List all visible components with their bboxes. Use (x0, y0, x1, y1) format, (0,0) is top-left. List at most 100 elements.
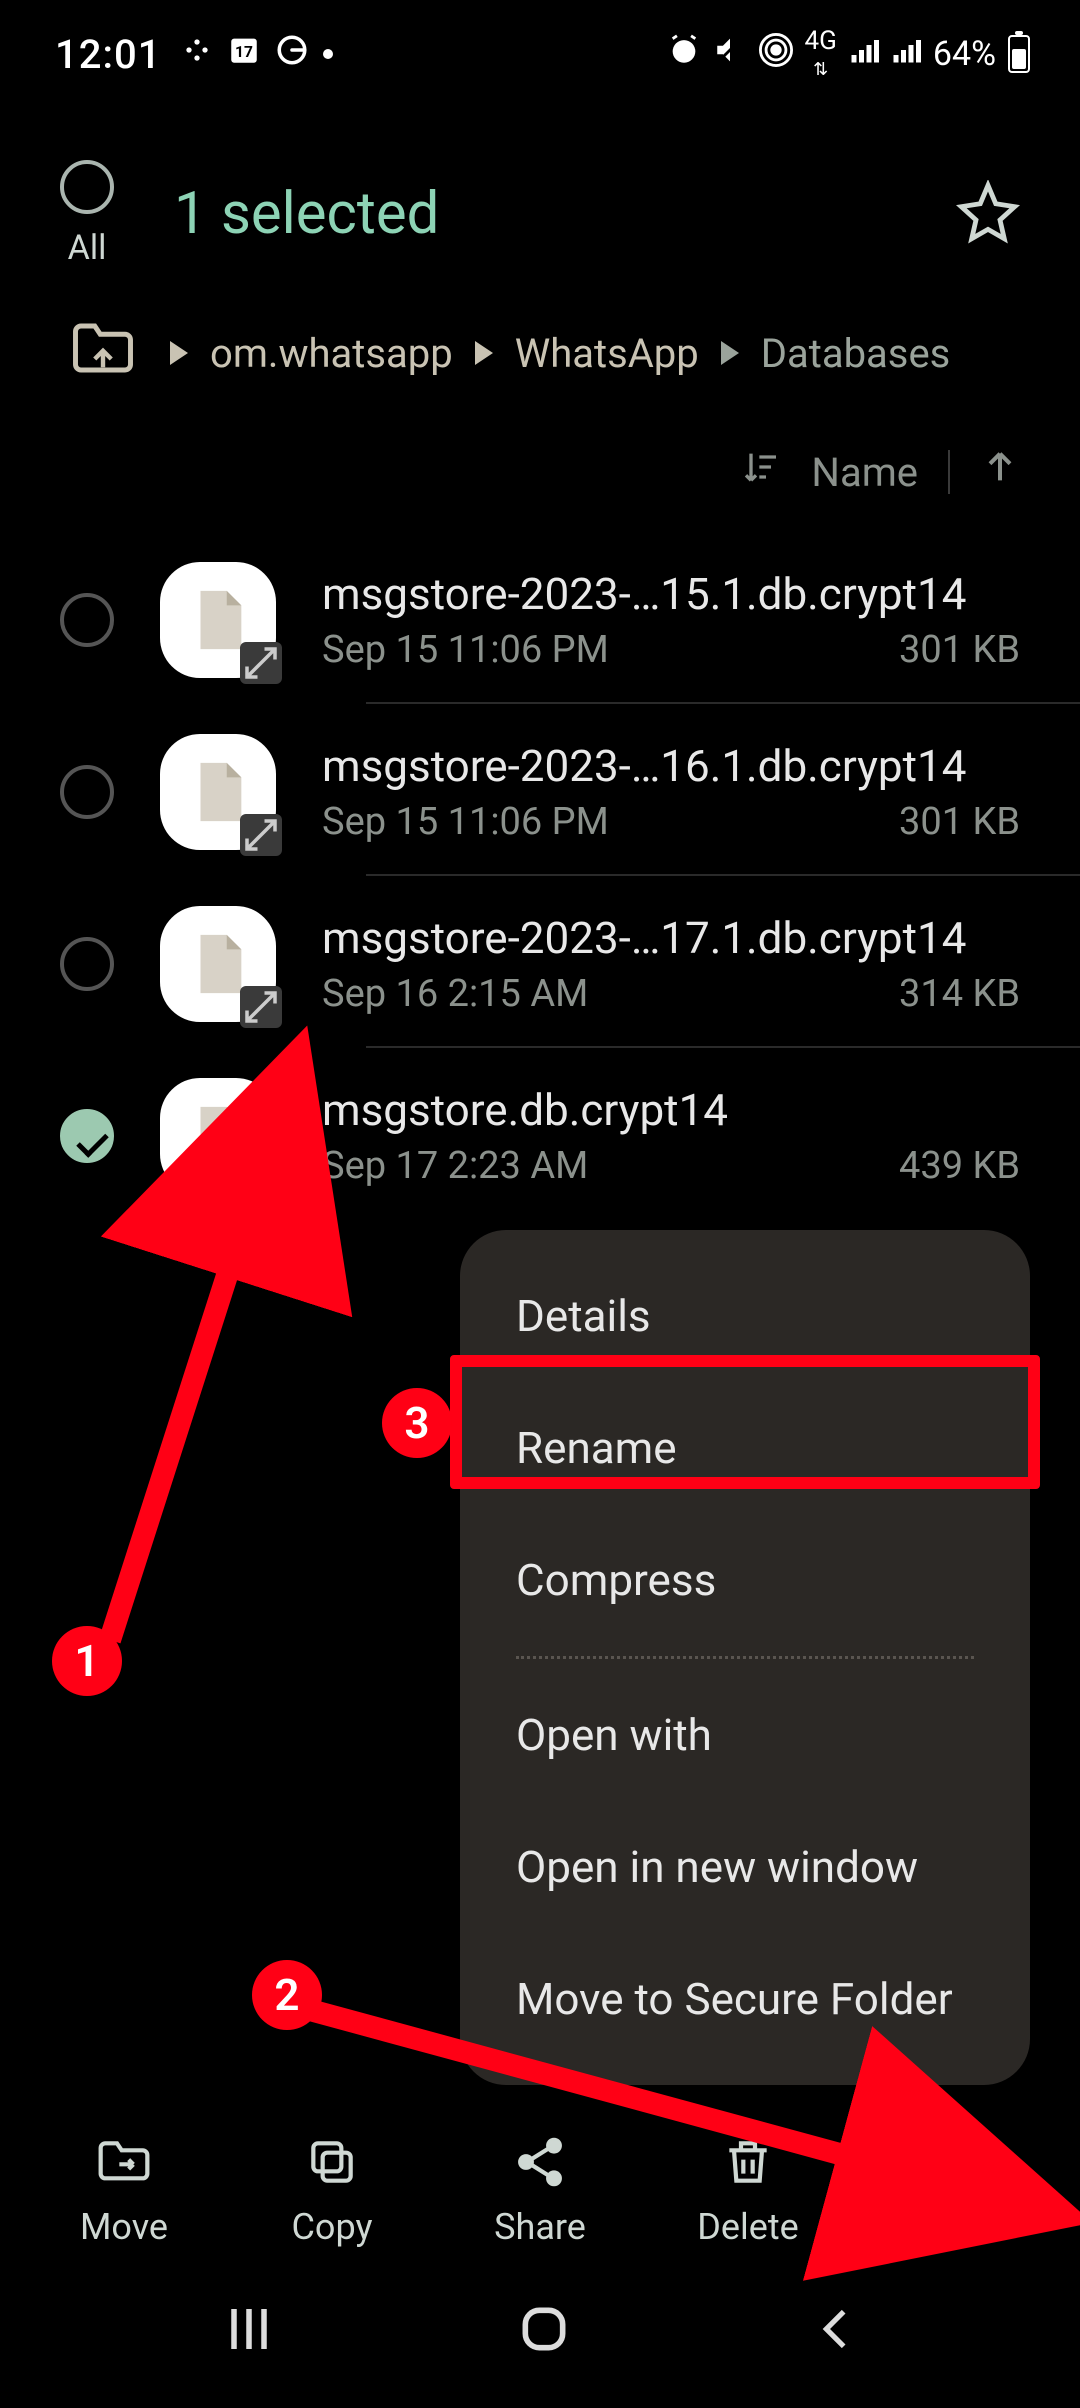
battery-percent: 64% (933, 34, 996, 74)
file-name: msgstore-2023-…17.1.db.crypt14 (322, 912, 1020, 964)
sort-controls: Name (0, 426, 1080, 532)
nav-recents-button[interactable] (219, 2299, 279, 2363)
calendar-icon: 17 (227, 33, 261, 76)
favorite-star-button[interactable] (956, 180, 1020, 248)
sort-order-icon[interactable] (741, 447, 781, 497)
file-info: msgstore.db.crypt14 Sep 17 2:23 AM 439 K… (322, 1084, 1020, 1188)
file-list: msgstore-2023-…15.1.db.crypt14 Sep 15 11… (0, 532, 1080, 1220)
file-date: Sep 16 2:15 AM (322, 972, 588, 1016)
annotation-badge: 1 (52, 1626, 122, 1696)
menu-item-move-secure-folder[interactable]: Move to Secure Folder (460, 1933, 1030, 2065)
file-row[interactable]: msgstore-2023-…15.1.db.crypt14 Sep 15 11… (60, 532, 1020, 704)
menu-item-compress[interactable]: Compress (460, 1514, 1030, 1646)
signal-icon-2 (891, 34, 921, 74)
copy-icon (304, 2134, 360, 2190)
bottom-action-bar: Move Copy Share Delete More (0, 2104, 1080, 2268)
file-info: msgstore-2023-…15.1.db.crypt14 Sep 15 11… (322, 568, 1020, 672)
file-thumbnail-icon (160, 734, 276, 850)
file-size: 301 KB (899, 628, 1020, 672)
expand-icon (240, 1158, 282, 1200)
menu-item-open-new-window[interactable]: Open in new window (460, 1801, 1030, 1933)
file-name: msgstore.db.crypt14 (322, 1084, 1020, 1136)
expand-icon (240, 642, 282, 684)
file-row[interactable]: msgstore.db.crypt14 Sep 17 2:23 AM 439 K… (60, 1048, 1020, 1220)
file-info: msgstore-2023-…16.1.db.crypt14 Sep 15 11… (322, 740, 1020, 844)
menu-item-details[interactable]: Details (460, 1250, 1030, 1382)
notification-dot-icon (323, 49, 333, 59)
sort-direction-button[interactable] (980, 446, 1020, 498)
breadcrumb-label: om.whatsapp (210, 330, 453, 377)
breadcrumb-item[interactable]: WhatsApp (475, 330, 699, 377)
more-vertical-icon (928, 2134, 984, 2190)
nav-home-button[interactable] (516, 2301, 572, 2361)
action-label: Delete (697, 2206, 798, 2248)
select-all-label: All (68, 228, 107, 268)
action-label: Copy (291, 2206, 372, 2248)
action-label: More (915, 2206, 998, 2248)
breadcrumb-label: Databases (761, 330, 951, 377)
mute-icon (713, 33, 747, 76)
file-name: msgstore-2023-…15.1.db.crypt14 (322, 568, 1020, 620)
action-copy[interactable]: Copy (242, 2134, 422, 2248)
chevron-right-icon (170, 341, 188, 365)
annotation-badge: 2 (252, 1960, 322, 2030)
alarm-icon (667, 33, 701, 76)
share-icon (512, 2134, 568, 2190)
network-4g-icon: 4G⇅ (805, 28, 837, 80)
action-label: Move (80, 2206, 168, 2248)
signal-icon (849, 34, 879, 74)
hotspot-icon (759, 33, 793, 76)
file-thumbnail-icon (160, 1078, 276, 1194)
action-label: Share (494, 2206, 586, 2248)
google-icon (275, 33, 309, 76)
row-checkbox[interactable] (60, 937, 114, 991)
trash-icon (720, 2134, 776, 2190)
file-size: 301 KB (899, 800, 1020, 844)
chevron-right-icon (721, 341, 739, 365)
status-bar: 12:01 17 4G⇅ 64% (0, 0, 1080, 90)
battery-icon (1008, 35, 1030, 73)
menu-item-open-with[interactable]: Open with (460, 1669, 1030, 1801)
file-date: Sep 15 11:06 PM (322, 800, 609, 844)
menu-item-rename[interactable]: Rename (460, 1382, 1030, 1514)
file-row[interactable]: msgstore-2023-…17.1.db.crypt14 Sep 16 2:… (60, 876, 1020, 1048)
chevron-right-icon (475, 341, 493, 365)
breadcrumb-item[interactable]: om.whatsapp (170, 330, 453, 377)
annotation-badge: 3 (382, 1388, 452, 1458)
nav-back-button[interactable] (809, 2303, 861, 2359)
file-size: 314 KB (899, 972, 1020, 1016)
action-share[interactable]: Share (450, 2134, 630, 2248)
sort-field-button[interactable]: Name (811, 449, 918, 496)
clock: 12:01 (55, 31, 161, 78)
file-thumbnail-icon (160, 906, 276, 1022)
slack-icon (181, 33, 213, 75)
breadcrumb: om.whatsapp WhatsApp Databases (0, 298, 1080, 426)
move-icon (96, 2134, 152, 2190)
action-delete[interactable]: Delete (658, 2134, 838, 2248)
context-menu: Details Rename Compress Open with Open i… (460, 1230, 1030, 2085)
row-checkbox[interactable] (60, 765, 114, 819)
row-checkbox[interactable] (60, 593, 114, 647)
file-info: msgstore-2023-…17.1.db.crypt14 Sep 16 2:… (322, 912, 1020, 1016)
status-right: 4G⇅ 64% (667, 28, 1030, 80)
status-left: 12:01 17 (55, 31, 333, 78)
file-row[interactable]: msgstore-2023-…16.1.db.crypt14 Sep 15 11… (60, 704, 1020, 876)
select-all-toggle[interactable]: All (60, 160, 114, 268)
action-more[interactable]: More (866, 2134, 1046, 2248)
svg-text:17: 17 (236, 43, 254, 61)
divider (948, 450, 950, 494)
selection-header: All 1 selected (0, 90, 1080, 298)
selection-count-title: 1 selected (174, 180, 956, 248)
action-move[interactable]: Move (34, 2134, 214, 2248)
select-all-checkbox-icon (60, 160, 114, 214)
row-checkbox[interactable] (60, 1109, 114, 1163)
menu-separator (516, 1656, 974, 1659)
expand-icon (240, 814, 282, 856)
home-folder-button[interactable] (70, 320, 148, 386)
breadcrumb-item-current: Databases (721, 330, 951, 377)
system-nav-bar (0, 2276, 1080, 2386)
file-date: Sep 15 11:06 PM (322, 628, 609, 672)
file-date: Sep 17 2:23 AM (322, 1144, 588, 1188)
file-thumbnail-icon (160, 562, 276, 678)
expand-icon (240, 986, 282, 1028)
